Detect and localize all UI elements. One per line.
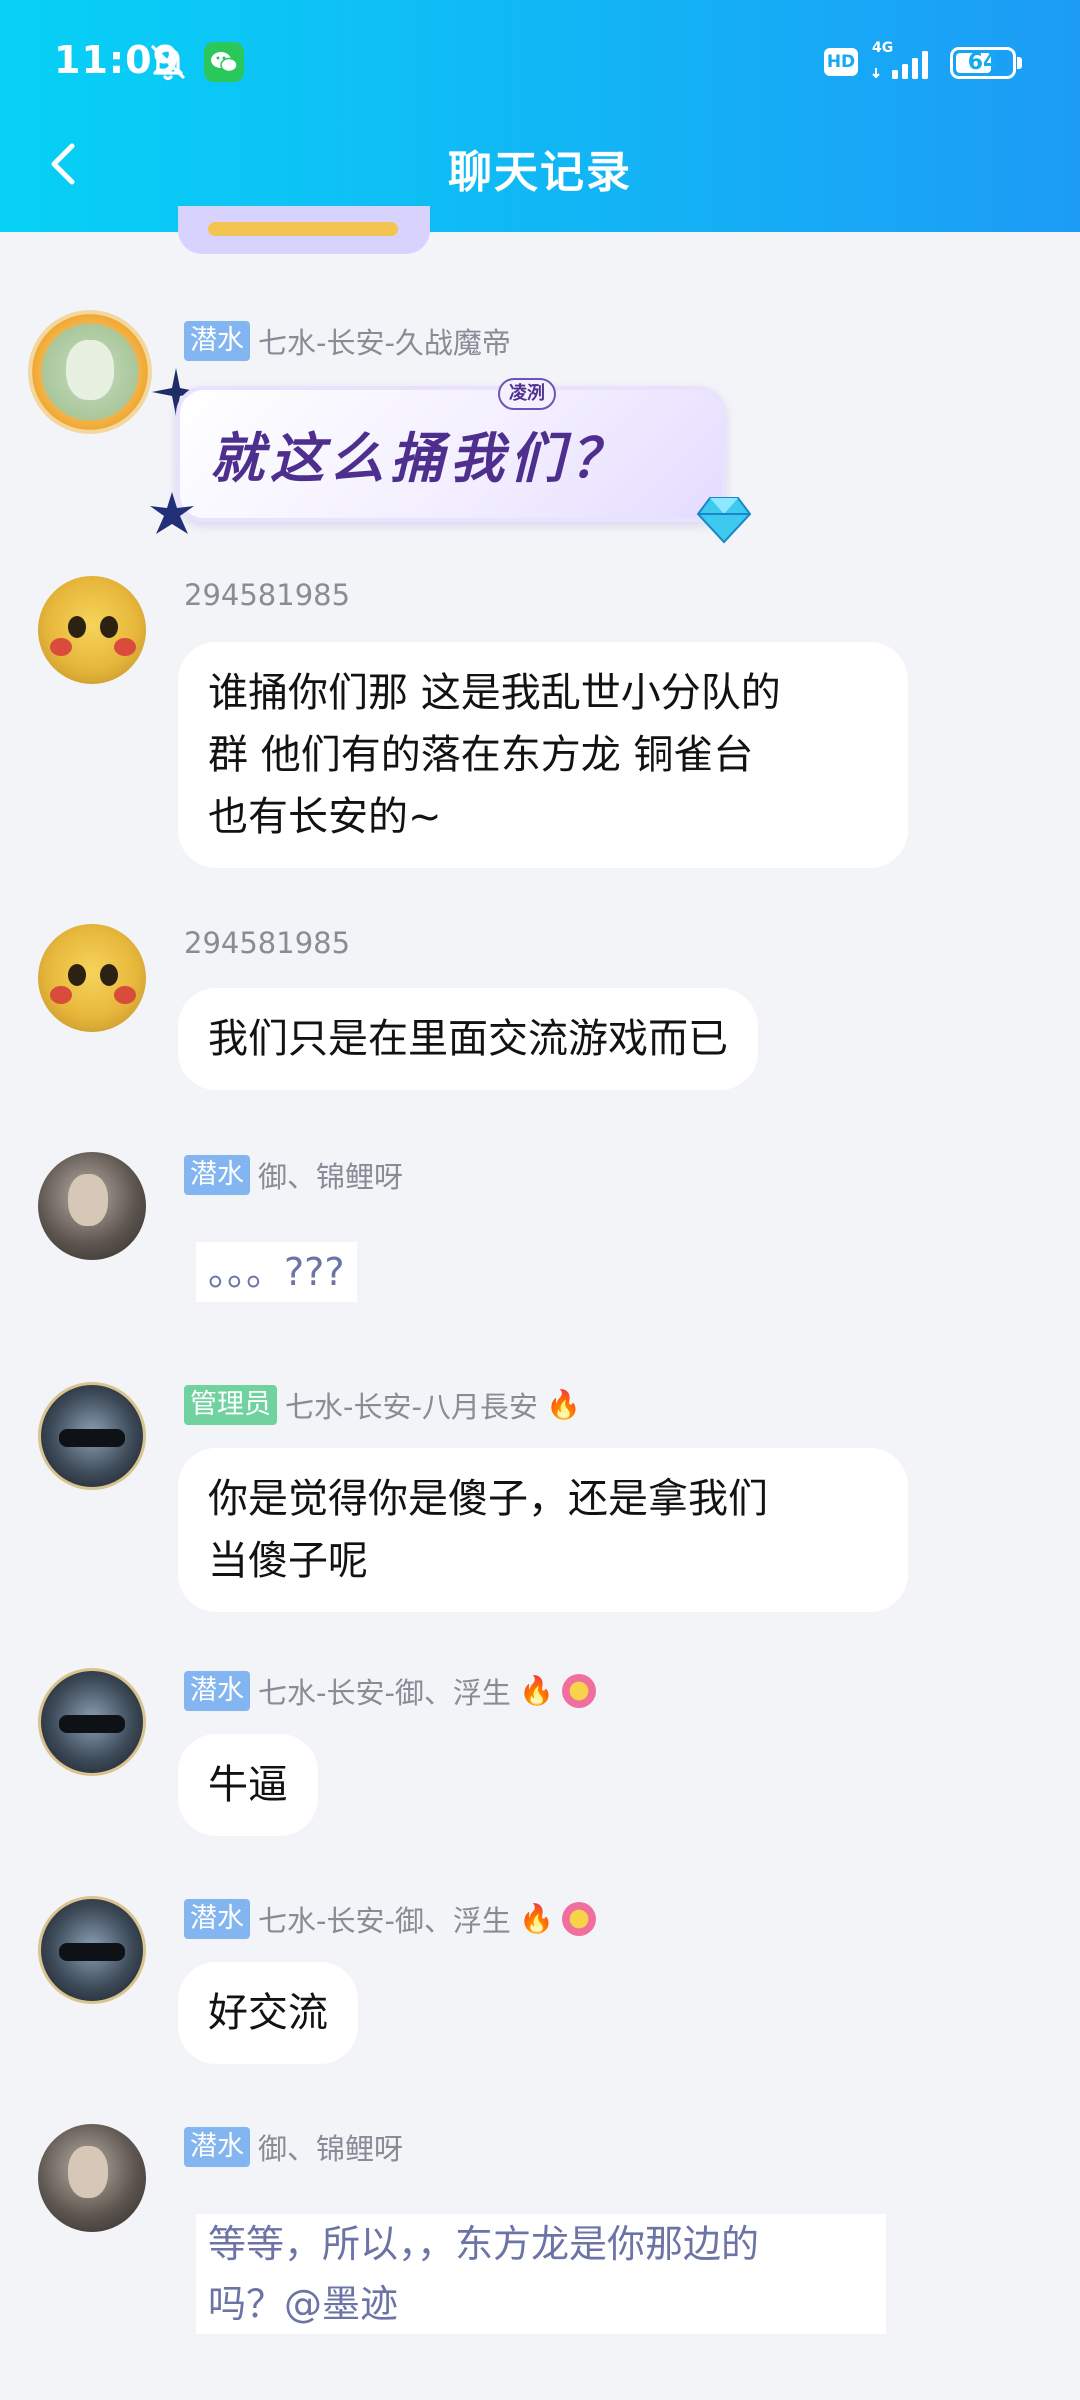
sender-name: 御、锦鲤呀 [258, 1160, 404, 1194]
message-line: 你是觉得你是傻子，还是拿我们 [208, 1476, 768, 1522]
message-meta: 潜水 御、锦鲤呀 [184, 2126, 403, 2168]
member-badge: 潜水 [184, 1155, 250, 1195]
sticker-tag: 凌洌 [498, 378, 556, 410]
message-line: 好交流 [208, 1990, 328, 2036]
sender-name: 御、锦鲤呀 [258, 2132, 404, 2166]
avatar[interactable] [38, 576, 146, 684]
fire-icon: 🔥 [518, 1674, 554, 1707]
wechat-icon [204, 42, 244, 82]
flower-icon [561, 1674, 596, 1708]
message-text[interactable]: 等等，所以，，东方龙是你那边的 吗？@墨迹 [196, 2214, 886, 2334]
message-line: 牛逼 [208, 1762, 288, 1808]
sender-name: 294581985 [184, 578, 351, 612]
message-line: 我们只是在里面交流游戏而已 [208, 1016, 728, 1062]
message-bubble[interactable]: 我们只是在里面交流游戏而已 [178, 988, 758, 1090]
leaf-decoration-icon [150, 492, 194, 534]
message-line: 等等，所以，，东方龙是你那边的 [208, 2222, 760, 2266]
message-meta: 潜水 七水-长安-御、浮生 🔥 [184, 1670, 596, 1712]
battery-cap [1017, 57, 1022, 69]
avatar[interactable] [38, 1152, 146, 1260]
sender-name: 294581985 [184, 926, 351, 960]
sender-name: 七水-长安-御、浮生 [258, 1904, 511, 1938]
message-line: 谁捅你们那 这是我乱世小分队的 [208, 670, 781, 716]
member-badge: 潜水 [184, 321, 250, 361]
fire-icon: 🔥 [518, 1902, 554, 1935]
member-badge: 潜水 [184, 1899, 250, 1939]
sticker-bubble[interactable]: 就这么捅我们？ [176, 386, 726, 522]
avatar[interactable] [38, 1382, 146, 1490]
avatar[interactable] [38, 1668, 146, 1776]
message-bubble[interactable]: 你是觉得你是傻子，还是拿我们 当傻子呢 [178, 1448, 908, 1612]
message-line: 群 他们有的落在东方龙 铜雀台 [208, 732, 754, 778]
message-meta: 管理员 七水-长安-八月長安 🔥 [184, 1384, 581, 1426]
previous-sticker[interactable] [178, 206, 430, 254]
message-line: 吗？@墨迹 [208, 2282, 399, 2326]
page-title: 聊天记录 [448, 147, 632, 198]
avatar[interactable] [38, 924, 146, 1032]
message-meta: 潜水 七水-长安-御、浮生 🔥 [184, 1898, 596, 1940]
battery-level: 64 [967, 50, 999, 75]
sticker-text: 就这么捅我们？ [210, 426, 630, 490]
member-badge: 潜水 [184, 2127, 250, 2167]
message-line: 也有长安的~ [208, 794, 442, 840]
gem-icon [696, 497, 752, 544]
flower-icon [561, 1902, 596, 1936]
sender-name: 七水-长安-御、浮生 [258, 1676, 511, 1710]
sender-name: 七水-长安-久战魔帝 [258, 326, 511, 360]
member-badge: 潜水 [184, 1671, 250, 1711]
message-text[interactable]: 。。。??? [196, 1242, 357, 1302]
avatar[interactable] [38, 2124, 146, 2232]
message-bubble[interactable]: 好交流 [178, 1962, 358, 2064]
status-bar: 11:09 HD 4G 64 [0, 0, 1080, 125]
bell-off-icon [151, 45, 185, 81]
message-bubble[interactable]: 牛逼 [178, 1734, 318, 1836]
avatar[interactable] [38, 1896, 146, 2004]
message-bubble[interactable]: 谁捅你们那 这是我乱世小分队的 群 他们有的落在东方龙 铜雀台 也有长安的~ [178, 642, 908, 868]
admin-badge: 管理员 [184, 1385, 277, 1425]
header: 11:09 HD 4G 64 聊天记录 [0, 0, 1080, 232]
sender-name: 七水-长安-八月長安 [285, 1390, 538, 1424]
message-line: 。。。??? [208, 1250, 345, 1294]
message-meta: 潜水 七水-长安-久战魔帝 [184, 320, 511, 362]
hd-badge: HD [824, 48, 858, 76]
signal-icon [872, 51, 928, 79]
avatar[interactable] [28, 310, 152, 434]
message-line: 当傻子呢 [208, 1538, 368, 1584]
fire-icon: 🔥 [545, 1388, 581, 1421]
message-meta: 潜水 御、锦鲤呀 [184, 1154, 403, 1196]
